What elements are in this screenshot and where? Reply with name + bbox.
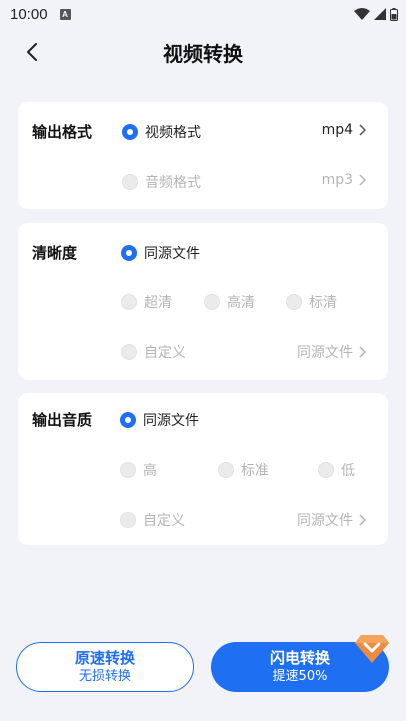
audio-custom-value[interactable]: 同源文件 [297, 510, 366, 530]
option-label: 标准 [241, 463, 269, 479]
wifi-icon [354, 7, 370, 20]
option-label: 高清 [227, 295, 255, 311]
custom-value: 同源文件 [297, 345, 353, 361]
clarity-custom-option[interactable]: 自定义 [121, 342, 186, 362]
button-title: 闪电转换 [269, 649, 330, 667]
chevron-left-icon [27, 43, 37, 61]
clarity-label: 清晰度 [32, 244, 78, 262]
radio-unselected-icon [318, 462, 334, 478]
custom-value: 同源文件 [297, 513, 353, 529]
audio-option-low[interactable]: 低 [318, 460, 355, 480]
audio-source-option[interactable]: 同源文件 [120, 410, 199, 430]
option-label: 自定义 [144, 345, 186, 361]
clarity-source-option[interactable]: 同源文件 [121, 243, 200, 263]
radio-selected-icon [120, 412, 136, 428]
signal-icon [374, 8, 386, 20]
radio-unselected-icon [121, 344, 137, 360]
video-format-value[interactable]: mp4 [322, 122, 366, 138]
audio-format-value[interactable]: mp3 [322, 172, 366, 188]
option-label: 视频格式 [145, 125, 201, 141]
option-label: 自定义 [143, 513, 185, 529]
video-format-option[interactable]: 视频格式 [122, 122, 201, 142]
clarity-option-ultra[interactable]: 超清 [121, 292, 172, 312]
normal-convert-button[interactable]: 原速转换 无损转换 [16, 642, 194, 692]
chevron-right-icon [359, 124, 366, 136]
status-time: 10:00 [10, 5, 48, 23]
chevron-right-icon [359, 346, 366, 358]
option-label: 低 [341, 463, 355, 479]
clarity-option-standard[interactable]: 标清 [286, 292, 337, 312]
status-bar: 10:00 A [0, 0, 406, 28]
status-icons [354, 7, 398, 21]
chevron-right-icon [359, 514, 366, 526]
button-title: 原速转换 [74, 649, 135, 667]
option-label: 高 [143, 463, 157, 479]
vip-diamond-icon [355, 635, 389, 663]
option-label: 超清 [144, 295, 172, 311]
option-label: 同源文件 [144, 246, 200, 262]
battery-icon [390, 7, 398, 21]
audio-format-option[interactable]: 音频格式 [122, 172, 201, 192]
radio-unselected-icon [122, 174, 138, 190]
clarity-card: 清晰度 同源文件 超清 高清 标清 自定义 同源文件 [18, 223, 388, 380]
option-label: 同源文件 [143, 413, 199, 429]
format-value: mp4 [321, 122, 353, 138]
radio-selected-icon [121, 245, 137, 261]
audio-custom-option[interactable]: 自定义 [120, 510, 185, 530]
radio-unselected-icon [121, 294, 137, 310]
radio-selected-icon [122, 124, 138, 140]
format-value: mp3 [321, 172, 353, 188]
output-format-card: 输出格式 视频格式 mp4 音频格式 mp3 [18, 102, 388, 209]
radio-unselected-icon [120, 462, 136, 478]
radio-unselected-icon [120, 512, 136, 528]
radio-unselected-icon [204, 294, 220, 310]
button-subtitle: 无损转换 [78, 669, 131, 684]
button-subtitle: 提速50% [272, 669, 328, 684]
clarity-option-high[interactable]: 高清 [204, 292, 255, 312]
audio-quality-label: 输出音质 [32, 411, 93, 429]
app-header: 视频转换 [0, 30, 406, 74]
chevron-right-icon [359, 174, 366, 186]
audio-quality-card: 输出音质 同源文件 高 标准 低 自定义 同源文件 [18, 393, 388, 545]
option-label: 音频格式 [145, 175, 201, 191]
radio-unselected-icon [218, 462, 234, 478]
option-label: 标清 [309, 295, 337, 311]
notification-icon: A [59, 8, 71, 20]
back-button[interactable] [18, 38, 46, 66]
radio-unselected-icon [286, 294, 302, 310]
output-format-label: 输出格式 [32, 123, 93, 141]
audio-option-high[interactable]: 高 [120, 460, 157, 480]
audio-option-standard[interactable]: 标准 [218, 460, 269, 480]
page-title: 视频转换 [163, 41, 243, 66]
clarity-custom-value[interactable]: 同源文件 [297, 342, 366, 362]
